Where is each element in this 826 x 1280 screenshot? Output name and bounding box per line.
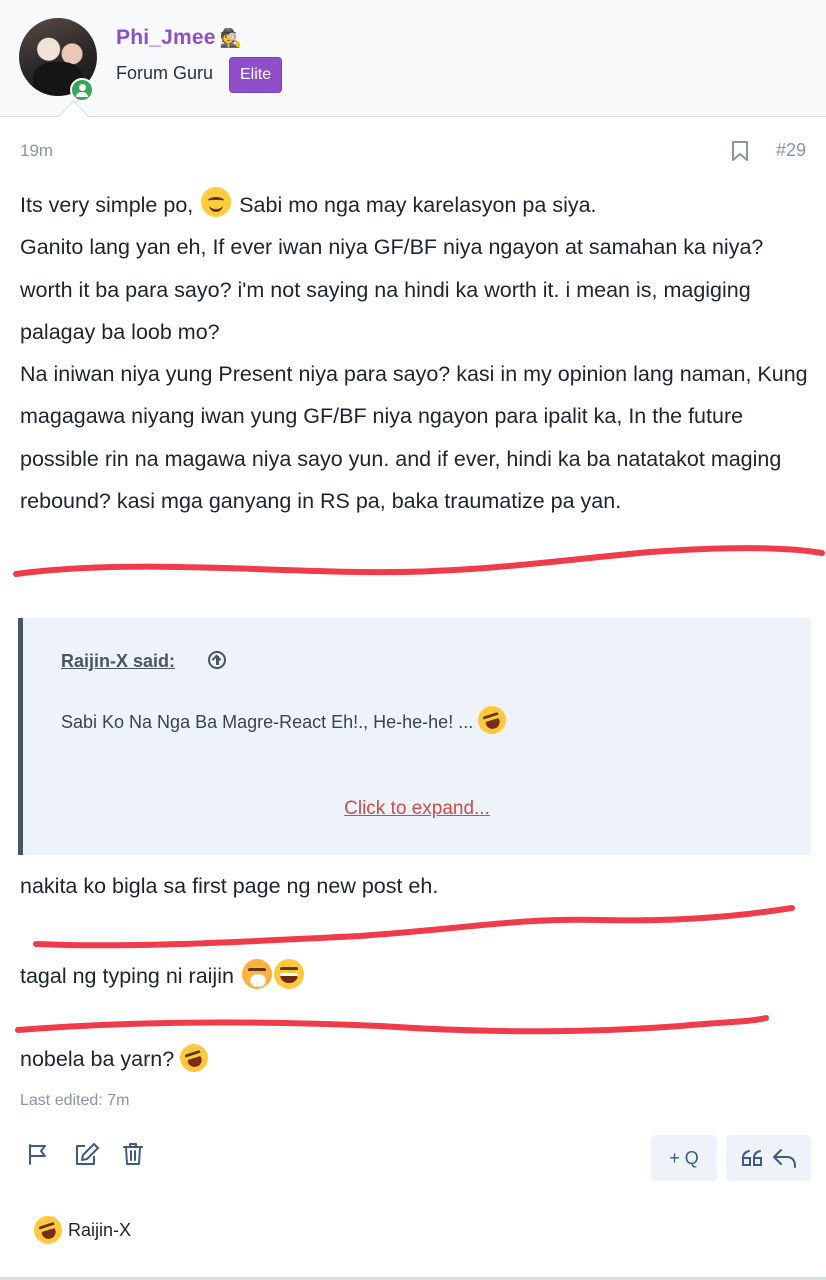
- post-line-2-text: tagal ng typing ni raijin: [20, 964, 240, 988]
- rofl-emoji-icon: [474, 702, 510, 738]
- post-line-3-text: nobela ba yarn?: [20, 1047, 181, 1071]
- multiquote-button[interactable]: + Q: [651, 1135, 717, 1181]
- quote-author-link[interactable]: Raijin-X said:: [61, 651, 175, 672]
- flag-icon[interactable]: [26, 1142, 50, 1166]
- post-line-3: nobela ba yarn?: [20, 1040, 212, 1076]
- click-to-expand-link[interactable]: Click to expand...: [23, 798, 811, 820]
- post-line-1: nakita ko bigla sa first page ng new pos…: [20, 874, 439, 898]
- quote-text: Sabi Ko Na Nga Ba Magre-React Eh!., He-h…: [61, 702, 510, 738]
- quote-icon: [741, 1150, 762, 1166]
- laughing-emoji-icon: [273, 959, 304, 989]
- multiquote-label: + Q: [669, 1147, 699, 1168]
- rofl-emoji-icon: [176, 1040, 212, 1076]
- arrow-up-circle-icon[interactable]: [208, 651, 226, 669]
- edit-icon[interactable]: [74, 1142, 100, 1166]
- reactions-bar[interactable]: Raijin-X: [30, 1212, 131, 1248]
- post-line-2: tagal ng typing ni raijin: [20, 959, 304, 989]
- quote-block: Raijin-X said: Sabi Ko Na Nga Ba Magre-R…: [18, 618, 811, 855]
- trash-icon[interactable]: [122, 1142, 144, 1166]
- quote-reply-button[interactable]: [726, 1135, 811, 1181]
- quote-text-content: Sabi Ko Na Nga Ba Magre-React Eh!., He-h…: [61, 712, 479, 732]
- sneezing-emoji-icon: [241, 959, 272, 989]
- last-edited-label[interactable]: Last edited: 7m: [20, 1092, 129, 1110]
- reaction-user[interactable]: Raijin-X: [68, 1220, 131, 1241]
- rofl-emoji-icon: [30, 1212, 66, 1248]
- reply-icon: [772, 1149, 796, 1168]
